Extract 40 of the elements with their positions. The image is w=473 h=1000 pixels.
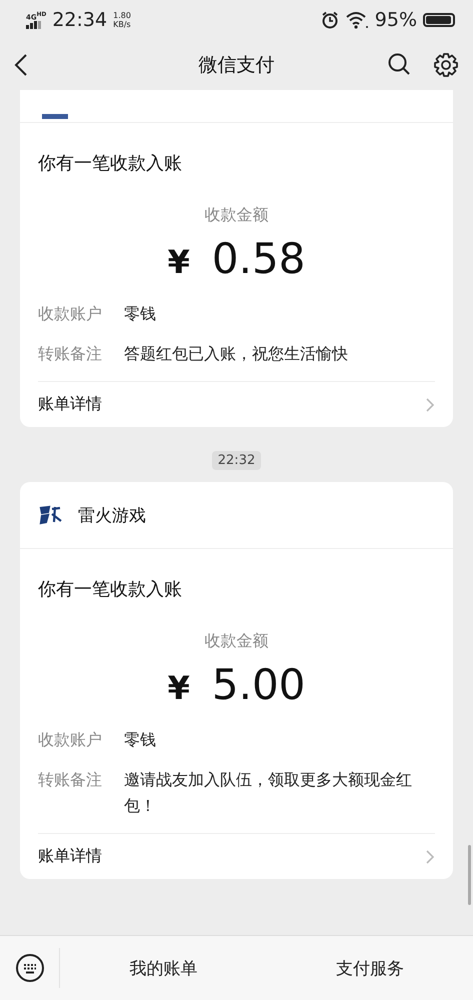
battery-icon [423, 13, 455, 27]
amount: 5.00 [212, 660, 306, 709]
field-label: 收款账户 [38, 729, 102, 751]
search-icon [387, 52, 411, 76]
keyboard-icon [14, 953, 44, 983]
bill-details-link[interactable]: 账单详情 [38, 381, 435, 427]
back-button[interactable] [14, 53, 28, 77]
message-heading: 你有一笔收款入账 [38, 578, 183, 601]
speed-value: 1.80 [113, 11, 131, 20]
settings-button[interactable] [433, 52, 459, 78]
chevron-right-icon [425, 848, 435, 864]
clock: 22:34 [52, 9, 108, 31]
bill-details-link[interactable]: 账单详情 [38, 833, 435, 879]
timestamp: 22:32 [212, 451, 262, 470]
field-value: 邀请战友加入队伍，领取更多大额现金红包！ [124, 769, 413, 817]
menu-item[interactable]: 我的账单 [60, 956, 266, 980]
settings-icon [433, 52, 459, 78]
currency-symbol: ¥ [168, 243, 190, 281]
back-icon [14, 53, 28, 77]
menu-item[interactable]: 支付服务 [266, 956, 473, 980]
amount-label: 收款金额 [204, 205, 270, 226]
field-label: 收款账户 [38, 303, 102, 325]
wifi-icon [344, 11, 369, 29]
logo-icon [42, 114, 68, 122]
amount-label: 收款金额 [204, 631, 270, 652]
page-title: 微信支付 [198, 53, 276, 78]
field-label: 转账备注 [38, 769, 102, 791]
field-label: 转账备注 [38, 343, 102, 365]
sender-name: 雷火游戏 [78, 504, 146, 526]
chevron-right-icon [425, 396, 435, 412]
field-value: 零钱 [124, 303, 156, 325]
battery-percent: 95% [374, 9, 417, 31]
currency-symbol: ¥ [168, 669, 190, 707]
message-heading: 你有一笔收款入账 [38, 152, 183, 175]
field-value: 零钱 [124, 729, 156, 751]
logo-icon [38, 504, 64, 526]
field-value: 答题红包已入账，祝您生活愉快 [124, 343, 348, 365]
amount: 0.58 [212, 234, 306, 283]
speed-unit: KB/s [113, 20, 131, 29]
alarm-icon [320, 11, 339, 29]
